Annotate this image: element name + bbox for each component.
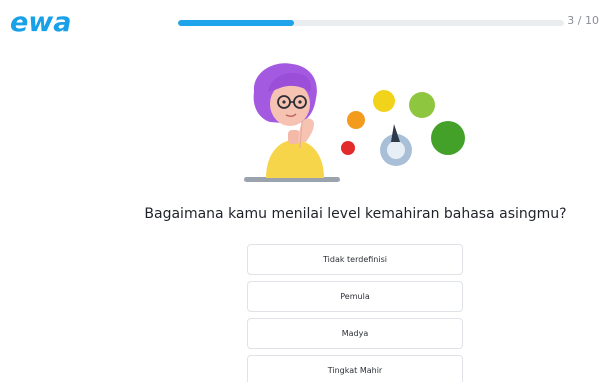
yellow-ball-icon bbox=[373, 90, 395, 112]
option-tingkat-mahir[interactable]: Tingkat Mahir bbox=[247, 355, 463, 382]
question-title: Bagaimana kamu menilai level kemahiran b… bbox=[144, 206, 567, 222]
dark-green-ball-icon bbox=[431, 121, 465, 155]
thinking-person-illustration bbox=[244, 63, 465, 182]
answer-options: Tidak terdefinisi Pemula Madya Tingkat M… bbox=[247, 244, 463, 382]
red-ball-icon bbox=[341, 141, 355, 155]
step-counter: 3 / 10 bbox=[567, 14, 599, 27]
progress-fill bbox=[178, 20, 294, 26]
progress-bar bbox=[178, 20, 564, 26]
option-pemula[interactable]: Pemula bbox=[247, 281, 463, 312]
onboarding-page: ewa 3 / 10 Bagaimana kamu menilai level … bbox=[0, 0, 607, 382]
orange-ball-icon bbox=[347, 111, 365, 129]
ewa-logo[interactable]: ewa bbox=[8, 4, 88, 40]
person-body bbox=[266, 140, 324, 178]
option-madya[interactable]: Madya bbox=[247, 318, 463, 349]
light-green-ball-icon bbox=[409, 92, 435, 118]
logo-text: ewa bbox=[10, 7, 71, 38]
level-dial-icon bbox=[380, 124, 412, 166]
option-tidak-terdefinisi[interactable]: Tidak terdefinisi bbox=[247, 244, 463, 275]
